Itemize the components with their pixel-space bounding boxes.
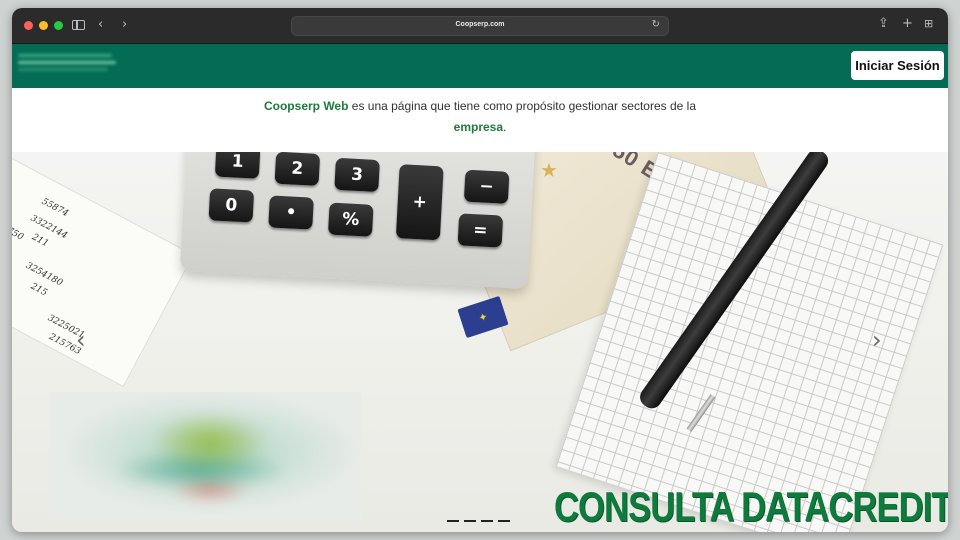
calculator: 1 2 3 − 0 • % + =: [179, 152, 537, 289]
hero-title: CONSULTA DATACREDITO: [554, 483, 948, 530]
intro-body: es una página que tiene como propósito g…: [348, 99, 696, 113]
calc-key: 0: [208, 188, 255, 223]
intro-highlight: empresa: [453, 120, 504, 134]
browser-toolbar: ‹ › Coopserp.com ↻ ⇪ + ⊞: [12, 8, 948, 44]
share-icon[interactable]: ⇪: [878, 17, 889, 31]
login-button[interactable]: Iniciar Sesión: [851, 51, 944, 80]
minimize-window-button[interactable]: [39, 21, 48, 30]
eu-flag-icon: ✦: [457, 295, 509, 339]
browser-window: ‹ › Coopserp.com ↻ ⇪ + ⊞ Iniciar Sesión …: [12, 8, 948, 532]
calc-key: 1: [214, 152, 261, 179]
calc-key: −: [463, 169, 510, 204]
maximize-window-button[interactable]: [54, 21, 63, 30]
address-bar[interactable]: Coopserp.com ↻: [291, 16, 669, 36]
tab-overview-icon[interactable]: ⊞: [924, 17, 933, 31]
close-window-button[interactable]: [24, 21, 33, 30]
window-controls: [24, 21, 63, 30]
back-icon[interactable]: ‹: [98, 18, 103, 32]
forward-icon[interactable]: ›: [122, 18, 127, 32]
carousel-prev-icon[interactable]: ‹: [76, 328, 86, 352]
carousel-indicator[interactable]: [481, 520, 493, 522]
blurred-logo-image: [50, 392, 362, 520]
calc-key: =: [457, 213, 504, 248]
intro-end: .: [503, 120, 507, 134]
carousel-indicator[interactable]: [447, 520, 459, 522]
sidebar-toggle-icon[interactable]: [72, 20, 85, 30]
new-tab-icon[interactable]: +: [902, 17, 913, 31]
calc-key: •: [268, 195, 314, 230]
calc-key: 2: [274, 152, 321, 186]
carousel-indicators: [447, 520, 510, 522]
spreadsheet-paper: 55874 324 3322144 2554 211 5158750 32541…: [12, 152, 194, 388]
site-header: Iniciar Sesión: [12, 44, 948, 88]
hero-carousel: 55874 324 3322144 2554 211 5158750 32541…: [12, 152, 948, 532]
reload-icon[interactable]: ↻: [652, 19, 660, 30]
calc-key: +: [395, 164, 444, 241]
url-text: Coopserp.com: [455, 21, 505, 28]
site-logo[interactable]: [18, 54, 116, 78]
star-icon: ★: [540, 160, 558, 182]
carousel-indicator[interactable]: [498, 520, 510, 522]
intro-text: Coopserp Web es una página que tiene com…: [12, 88, 948, 152]
carousel-indicator[interactable]: [464, 520, 476, 522]
calc-key: 3: [334, 157, 380, 193]
carousel-next-icon[interactable]: ›: [872, 328, 882, 352]
intro-brand: Coopserp Web: [263, 99, 349, 113]
calc-key: %: [327, 202, 374, 237]
